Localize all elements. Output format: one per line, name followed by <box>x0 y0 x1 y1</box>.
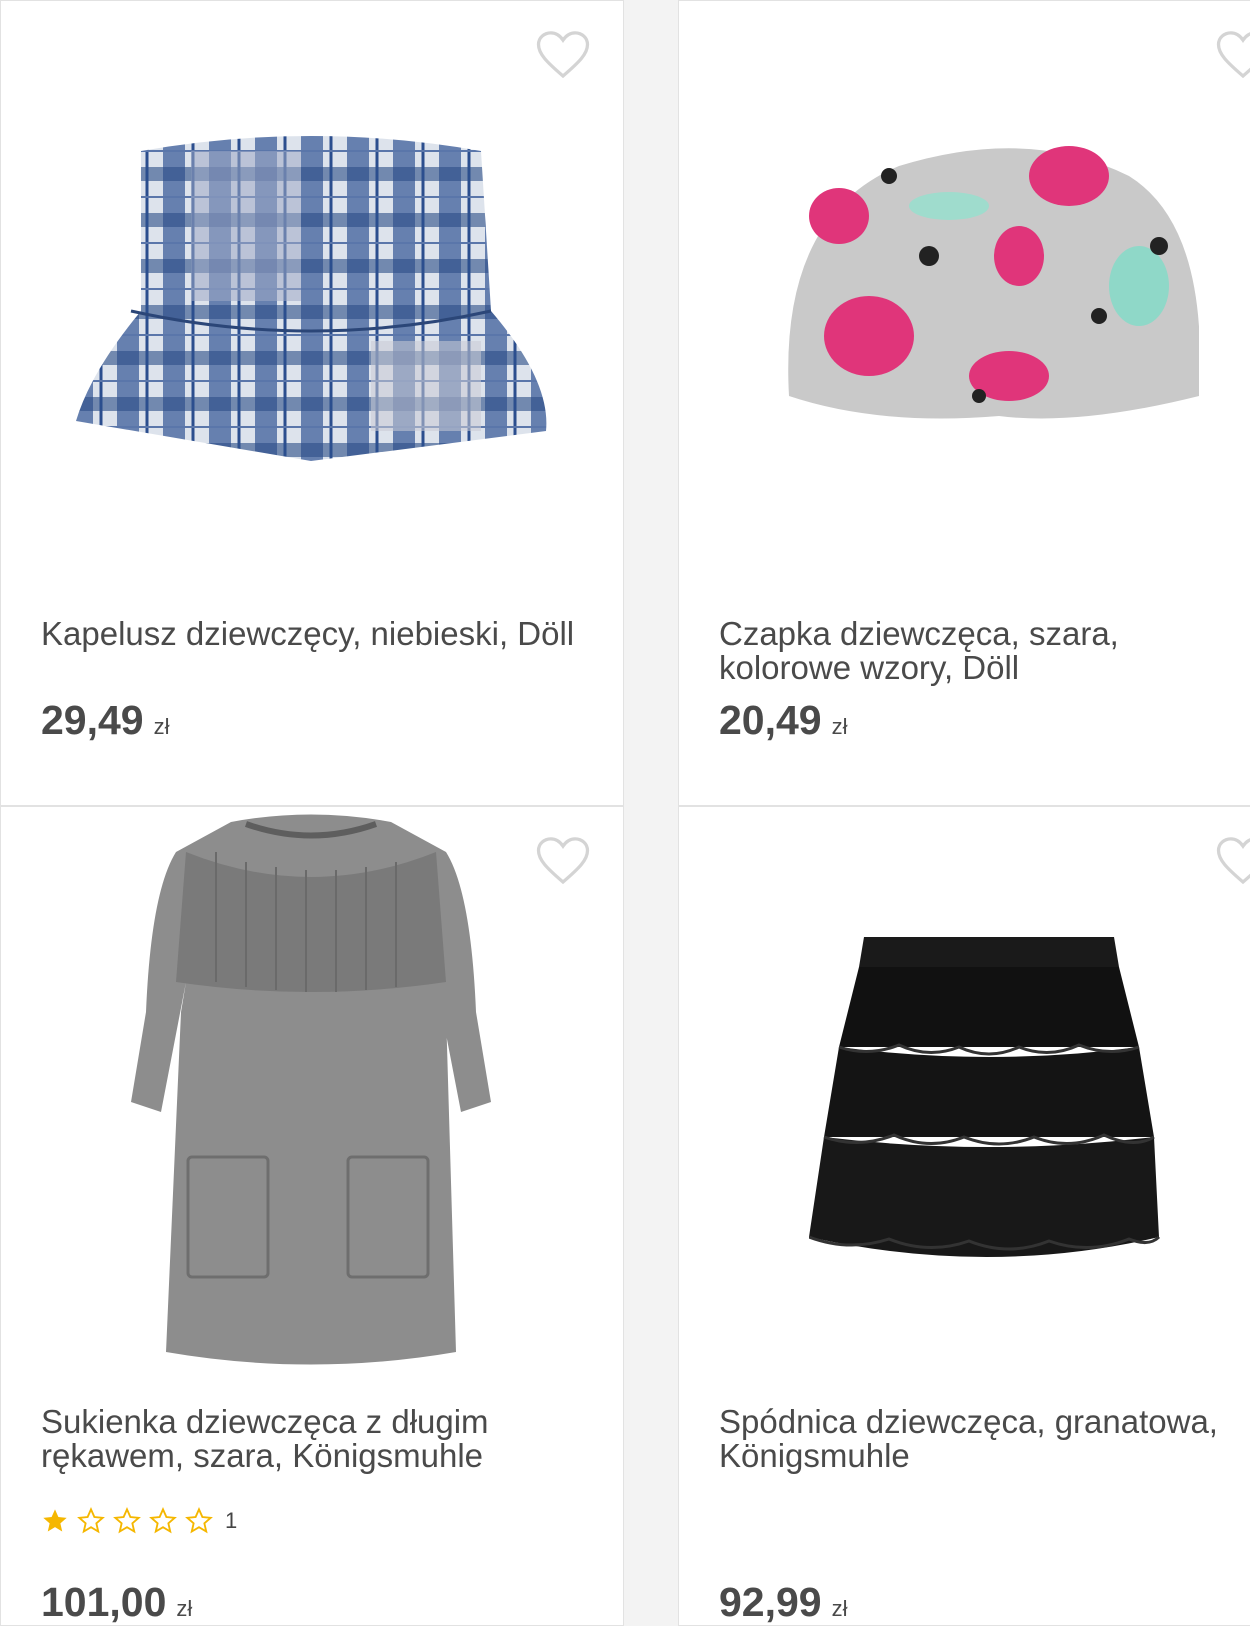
beanie-image[interactable] <box>779 136 1199 436</box>
currency: zł <box>176 1596 193 1621</box>
product-card[interactable]: Sukienka dziewczęca z długim rękawem, sz… <box>0 806 624 1626</box>
currency: zł <box>153 714 170 739</box>
star-filled-icon <box>43 1509 67 1532</box>
product-title[interactable]: Sukienka dziewczęca z długim rękawem, sz… <box>41 1405 581 1473</box>
product-price: 92,99 zł <box>719 1579 848 1625</box>
product-card[interactable]: Kapelusz dziewczęcy, niebieski, Döll 29,… <box>0 0 624 806</box>
star-empty-icon <box>149 1507 177 1534</box>
skirt-image[interactable] <box>809 937 1169 1267</box>
heart-icon[interactable] <box>1215 29 1250 81</box>
star-empty-icon <box>113 1507 141 1534</box>
dress-image[interactable] <box>126 812 496 1367</box>
product-title[interactable]: Czapka dziewczęca, szara, kolorowe wzory… <box>719 617 1250 685</box>
product-title[interactable]: Kapelusz dziewczęcy, niebieski, Döll <box>41 617 581 651</box>
rating-stars: 1 <box>41 1507 237 1535</box>
star-empty-icon <box>77 1507 105 1534</box>
currency: zł <box>831 714 848 739</box>
heart-icon[interactable] <box>535 835 591 887</box>
product-price: 20,49 zł <box>719 697 848 743</box>
product-title[interactable]: Spódnica dziewczęca, granatowa, Königsmu… <box>719 1405 1250 1473</box>
product-card[interactable]: Czapka dziewczęca, szara, kolorowe wzory… <box>678 0 1250 806</box>
product-price: 101,00 zł <box>41 1579 193 1625</box>
currency: zł <box>831 1596 848 1621</box>
product-card[interactable]: Spódnica dziewczęca, granatowa, Königsmu… <box>678 806 1250 1626</box>
product-price: 29,49 zł <box>41 697 170 743</box>
review-count: 1 <box>225 1508 238 1533</box>
star-empty-icon <box>185 1507 213 1534</box>
heart-icon[interactable] <box>1215 835 1250 887</box>
bucket-hat-image[interactable] <box>71 121 561 481</box>
heart-icon[interactable] <box>535 29 591 81</box>
